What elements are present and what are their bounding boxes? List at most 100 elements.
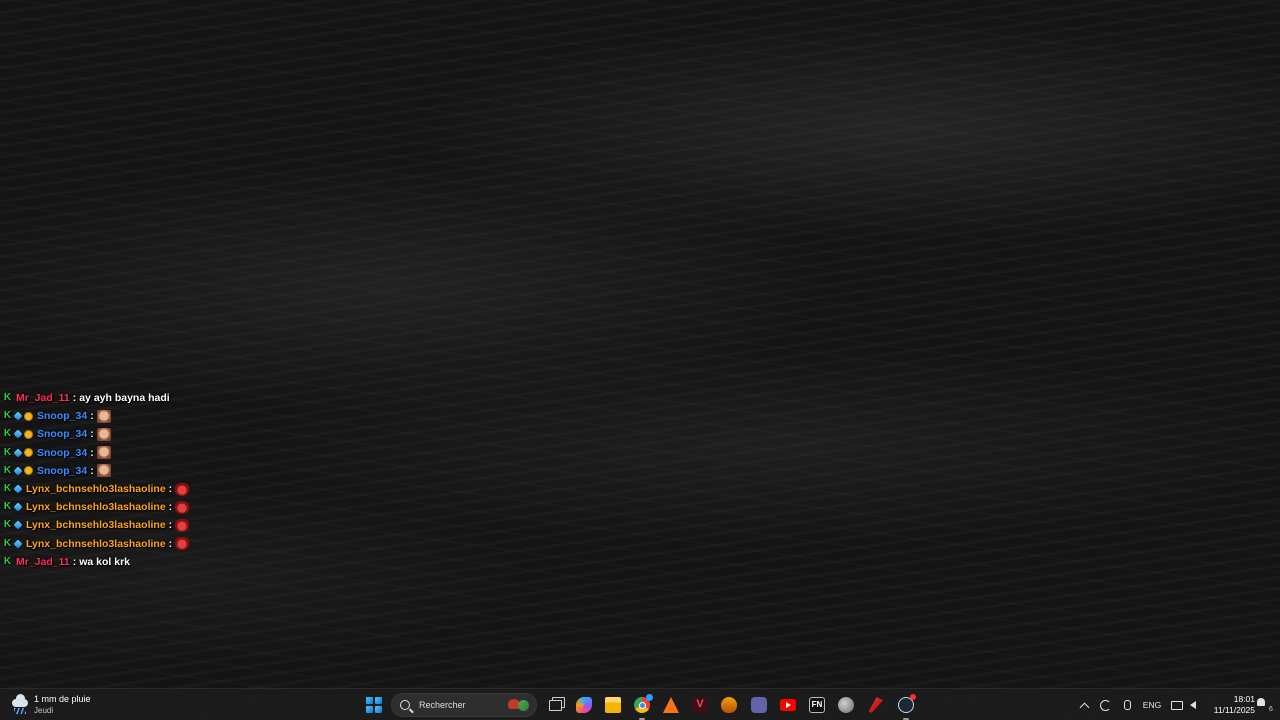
triangle-app-icon <box>663 697 679 713</box>
weather-summary: 1 mm de pluie <box>34 694 91 704</box>
steam-notification-badge <box>910 694 916 700</box>
task-view-button[interactable] <box>544 694 566 716</box>
chat-separator: : <box>90 428 94 441</box>
chat-message: K Snoop_34: <box>3 444 263 462</box>
chat-separator: : <box>168 501 173 514</box>
chat-username[interactable]: Snoop_34 <box>37 465 87 477</box>
coin-badge-icon <box>24 411 33 421</box>
fruit-app-button[interactable] <box>835 694 857 716</box>
language-indicator[interactable]: ENG <box>1141 697 1163 713</box>
volume-tray-button[interactable] <box>1186 697 1200 713</box>
chat-separator: : <box>90 464 94 477</box>
chat-separator: : <box>90 410 94 423</box>
steam-button[interactable] <box>895 694 917 720</box>
fn-app-button[interactable] <box>806 694 828 716</box>
face-emote-icon <box>96 409 111 423</box>
coin-badge-icon <box>24 429 33 439</box>
speaker-icon <box>1190 701 1196 709</box>
fruit-icon <box>838 697 854 713</box>
search-highlight-icon <box>506 697 532 713</box>
cube-badge-icon <box>13 502 23 512</box>
kick-badge-icon: K <box>3 537 12 549</box>
feather-icon <box>868 697 883 713</box>
stream-chat-overlay: K Mr_Jad_11: ay ayh bayna hadi K Snoop_34: K S… <box>3 389 263 571</box>
sync-icon <box>1099 699 1111 711</box>
chat-separator: : <box>90 446 94 459</box>
network-tray-button[interactable] <box>1170 697 1184 713</box>
clock[interactable]: 18:01 11/11/2025 <box>1205 692 1255 718</box>
chat-message-text: wa kol krk <box>79 555 130 568</box>
chat-separator: : <box>168 537 173 550</box>
notification-bell-icon[interactable] <box>1257 698 1267 708</box>
kick-badge-icon: K <box>3 555 12 567</box>
valorant-button[interactable] <box>689 694 711 716</box>
youtube-icon <box>780 699 796 711</box>
chat-message: K Lynx_bchnsehlo3lashaoline: <box>3 516 263 534</box>
chat-separator: : <box>72 392 77 405</box>
chevron-up-icon <box>1079 702 1089 712</box>
microphone-tray-button[interactable] <box>1121 697 1133 713</box>
notification-count: 6 <box>1269 706 1273 713</box>
cube-badge-icon <box>13 539 23 549</box>
chat-separator: : <box>72 555 77 568</box>
cube-badge-icon <box>13 466 23 476</box>
taskbar-search-box[interactable]: Rechercher <box>391 693 537 717</box>
triangle-app-button[interactable] <box>660 694 682 716</box>
kick-badge-icon: K <box>3 410 12 422</box>
demon-emote-icon <box>175 482 190 496</box>
chat-message: K Lynx_bchnsehlo3lashaoline: <box>3 480 263 498</box>
kick-badge-icon: K <box>3 446 12 458</box>
chat-separator: : <box>168 483 173 496</box>
search-label: Rechercher <box>419 700 466 710</box>
show-hidden-icons-button[interactable] <box>1078 697 1090 713</box>
chrome-notification-badge <box>646 694 653 701</box>
chat-username[interactable]: Snoop_34 <box>37 428 87 440</box>
chat-message: K Lynx_bchnsehlo3lashaoline: <box>3 535 263 553</box>
windows-start-icon[interactable] <box>366 697 382 713</box>
chat-message: K Snoop_34: <box>3 462 263 480</box>
desktop-wallpaper: K Mr_Jad_11: ay ayh bayna hadi K Snoop_34: K S… <box>0 0 1280 688</box>
youtube-button[interactable] <box>777 694 799 716</box>
copilot-button[interactable] <box>573 694 595 716</box>
teams-icon <box>751 697 767 713</box>
demon-emote-icon <box>175 518 190 532</box>
chat-username[interactable]: Lynx_bchnsehlo3lashaoline <box>26 538 166 550</box>
chat-username[interactable]: Lynx_bchnsehlo3lashaoline <box>26 501 166 513</box>
cube-badge-icon <box>13 411 23 421</box>
chat-username[interactable]: Snoop_34 <box>37 410 87 422</box>
cube-badge-icon <box>13 429 23 439</box>
coin-badge-icon <box>24 466 33 476</box>
chat-username[interactable]: Mr_Jad_11 <box>16 556 70 568</box>
coin-badge-icon <box>24 448 33 458</box>
kick-badge-icon: K <box>3 483 12 495</box>
kick-badge-icon: K <box>3 501 12 513</box>
chat-username[interactable]: Lynx_bchnsehlo3lashaoline <box>26 483 166 495</box>
copilot-icon <box>576 697 592 713</box>
demon-emote-icon <box>175 500 190 514</box>
chrome-button[interactable] <box>631 694 653 720</box>
file-explorer-button[interactable] <box>602 694 624 716</box>
cube-badge-icon <box>13 520 23 530</box>
task-view-icon <box>548 699 562 711</box>
chat-message: K Lynx_bchnsehlo3lashaoline: <box>3 498 263 516</box>
chat-username[interactable]: Mr_Jad_11 <box>16 392 70 404</box>
cube-badge-icon <box>13 448 23 458</box>
weather-day: Jeudi <box>34 706 54 715</box>
kick-badge-icon: K <box>3 519 12 531</box>
sync-tray-button[interactable] <box>1098 697 1112 713</box>
chat-separator: : <box>168 519 173 532</box>
chat-message: K Snoop_34: <box>3 407 263 425</box>
valorant-icon <box>692 697 708 713</box>
chat-username[interactable]: Snoop_34 <box>37 447 87 459</box>
kick-badge-icon: K <box>3 464 12 476</box>
teams-button[interactable] <box>748 694 770 716</box>
feather-app-button[interactable] <box>864 694 886 716</box>
chat-message-text: ay ayh bayna hadi <box>79 392 170 405</box>
fn-icon <box>809 697 825 713</box>
network-icon <box>1171 700 1183 710</box>
demon-emote-icon <box>175 537 190 551</box>
shield-app-button[interactable] <box>718 694 740 716</box>
weather-widget[interactable]: 1 mm de pluie Jeudi <box>10 692 91 718</box>
chat-username[interactable]: Lynx_bchnsehlo3lashaoline <box>26 519 166 531</box>
cube-badge-icon <box>13 484 23 494</box>
